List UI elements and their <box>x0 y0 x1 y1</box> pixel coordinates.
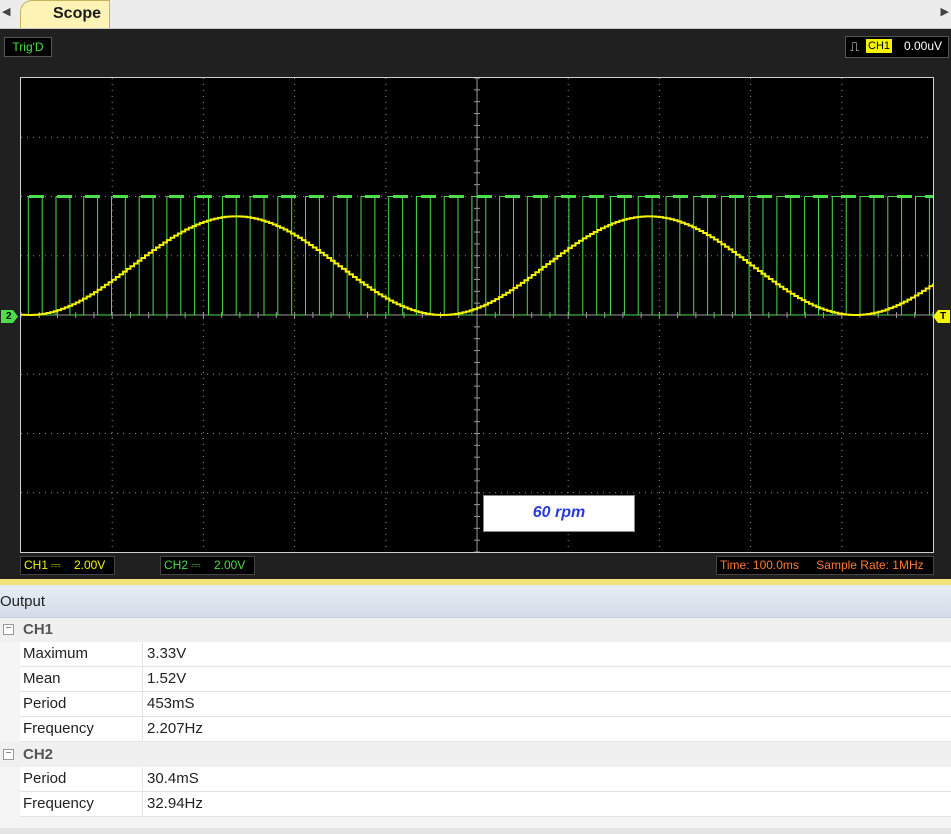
column-divider <box>142 767 143 791</box>
property-name: Frequency <box>23 795 94 812</box>
scope-panel: Trig'D ⎍ CH1 0.00uV 2 T CH1 ⎓ 2.00V CH2 ⎓ … <box>0 29 951 579</box>
ch2-marker-label: 2 <box>6 311 12 322</box>
waveform-display[interactable] <box>20 77 934 553</box>
column-divider <box>142 717 143 741</box>
column-divider <box>142 792 143 816</box>
ch2-scale-info[interactable]: CH2 ⎓ 2.00V <box>160 556 255 575</box>
column-divider <box>142 667 143 691</box>
trigger-level-marker[interactable]: T <box>933 310 950 323</box>
property-row[interactable]: Period 453mS <box>20 692 951 717</box>
tab-bar: ◀ Scope ▶ <box>0 0 951 29</box>
output-title: Output <box>0 593 46 610</box>
property-value: 30.4mS <box>147 770 199 787</box>
collapse-icon[interactable]: − <box>3 749 14 760</box>
output-header: Output <box>0 585 951 618</box>
rising-edge-icon: ⎍ <box>850 39 860 54</box>
property-value: 2.207Hz <box>147 720 203 737</box>
ch2-coupling-icon: ⎓ <box>191 558 201 572</box>
tab-scope[interactable]: Scope <box>20 0 110 28</box>
property-value: 453mS <box>147 695 195 712</box>
property-name: Period <box>23 695 67 712</box>
collapse-icon[interactable]: − <box>3 624 14 635</box>
sample-rate-value: Sample Rate: 1MHz <box>816 558 924 572</box>
scope-status-bar: Trig'D ⎍ CH1 0.00uV <box>0 29 951 62</box>
ch2-scale: 2.00V <box>213 558 246 572</box>
group-name: CH2 <box>23 746 54 763</box>
property-row[interactable]: Maximum 3.33V <box>20 642 951 667</box>
scroll-right-icon[interactable]: ▶ <box>941 5 949 18</box>
trigger-status-badge: Trig'D <box>4 37 52 57</box>
column-divider <box>142 642 143 666</box>
output-group-ch2[interactable]: − CH2 <box>0 743 951 767</box>
property-row[interactable]: Frequency 32.94Hz <box>20 792 951 817</box>
trigger-level: 0.00uV <box>904 39 943 53</box>
output-bottom-border <box>0 828 951 834</box>
scroll-left-icon[interactable]: ◀ <box>2 5 10 18</box>
property-row[interactable]: Period 30.4mS <box>20 767 951 792</box>
property-name: Period <box>23 770 67 787</box>
property-name: Mean <box>23 670 61 687</box>
ch2-label: CH2 <box>164 558 189 572</box>
timebase-value: Time: 100.0ms <box>720 558 799 572</box>
trigger-marker-label: T <box>940 311 947 322</box>
property-value: 3.33V <box>147 645 187 662</box>
ch1-scale-info[interactable]: CH1 ⎓ 2.00V <box>20 556 115 575</box>
column-divider <box>142 692 143 716</box>
output-panel: Output − CH1 Maximum 3.33V Mean 1.52V Pe… <box>0 585 951 834</box>
ch1-label: CH1 <box>24 558 49 572</box>
tab-scope-label: Scope <box>53 5 102 22</box>
group-name: CH1 <box>23 621 54 638</box>
rpm-annotation: 60 rpm <box>483 495 635 532</box>
output-group-ch1[interactable]: − CH1 <box>0 618 951 642</box>
property-name: Frequency <box>23 720 94 737</box>
property-row[interactable]: Frequency 2.207Hz <box>20 717 951 742</box>
timebase-info[interactable]: Time: 100.0ms Sample Rate: 1MHz <box>716 556 934 575</box>
ch2-ground-marker[interactable]: 2 <box>1 310 18 323</box>
ch1-coupling-icon: ⎓ <box>51 558 61 572</box>
property-row[interactable]: Mean 1.52V <box>20 667 951 692</box>
trigger-settings[interactable]: ⎍ CH1 0.00uV <box>845 36 949 58</box>
waveform-chart <box>21 78 933 552</box>
ch1-scale: 2.00V <box>73 558 106 572</box>
trigger-channel: CH1 <box>866 39 893 53</box>
property-value: 32.94Hz <box>147 795 203 812</box>
property-value: 1.52V <box>147 670 187 687</box>
property-name: Maximum <box>23 645 89 662</box>
